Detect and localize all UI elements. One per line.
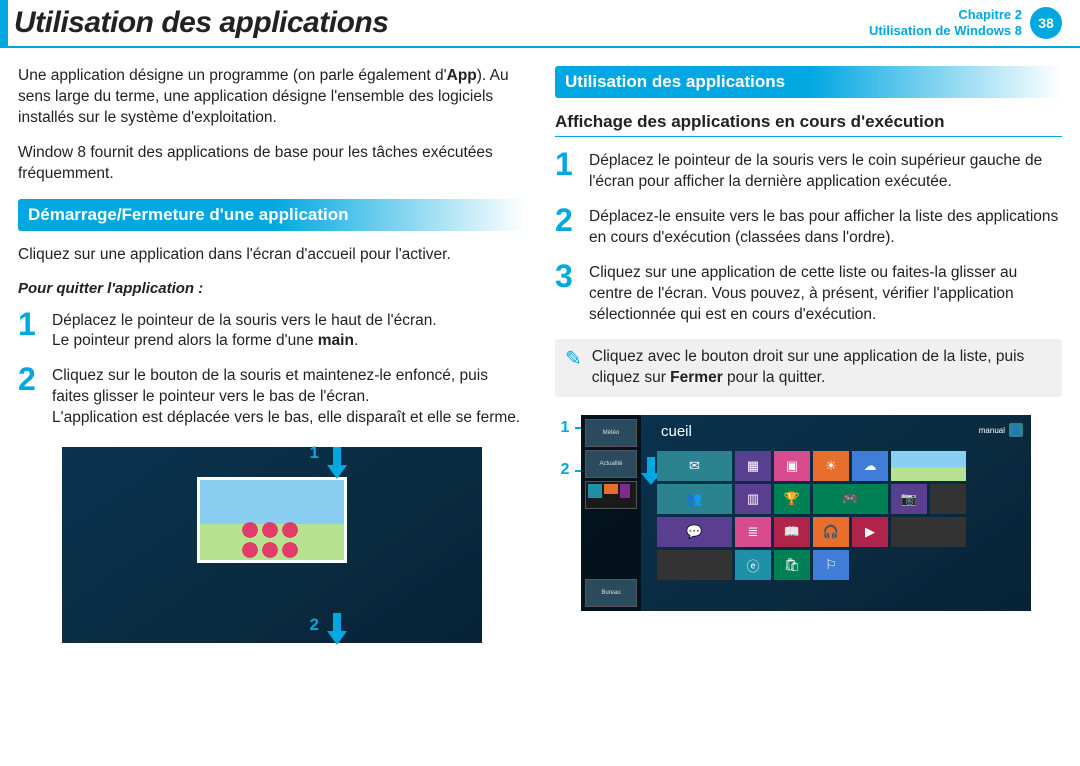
step-number: 1 xyxy=(555,151,579,178)
tile-weather: ☀ xyxy=(813,451,849,481)
accent-stripe xyxy=(0,0,8,46)
callout-1: 1 xyxy=(310,443,319,463)
page-body: Une application désigne un programme (on… xyxy=(0,48,1080,651)
quit-heading: Pour quitter l'application : xyxy=(18,280,525,297)
step-text: Cliquez sur une application de cette lis… xyxy=(589,263,1062,326)
tile-blank xyxy=(930,484,966,514)
step-text: Déplacez le pointeur de la souris vers l… xyxy=(589,151,1062,193)
section-heading-start-close: Démarrage/Fermeture d'une application xyxy=(18,199,525,231)
right-column: Utilisation des applications Affichage d… xyxy=(555,66,1062,643)
start-screen-title: cueil xyxy=(661,423,692,440)
left-screenshot: 1 2 xyxy=(62,447,482,643)
chapter-block: Chapitre 2 Utilisation de Windows 8 xyxy=(869,7,1022,40)
tile-games: 🎮 xyxy=(813,484,888,514)
step-text: Cliquez sur le bouton de la souris et ma… xyxy=(52,366,525,429)
tile-news: ≣ xyxy=(735,517,771,547)
intro-paragraph-2: Window 8 fournit des applications de bas… xyxy=(18,143,525,185)
right-screenshot-wrap: 1 2 Météo Actualité Bureau cueil manual … xyxy=(555,415,1062,611)
tile-store: 🛍 xyxy=(774,550,810,580)
tile-photos: ▣ xyxy=(774,451,810,481)
callout-1: 1 xyxy=(555,419,575,437)
tile-sport: 🏆 xyxy=(774,484,810,514)
tile-music: 🎧 xyxy=(813,517,849,547)
right-step-3: 3 Cliquez sur une application de cette l… xyxy=(555,263,1062,326)
page-number-badge: 38 xyxy=(1030,7,1062,39)
note-text: Cliquez avec le bouton droit sur une app… xyxy=(592,347,1052,389)
arrow-down-icon xyxy=(327,613,347,647)
tile-video: ▶ xyxy=(852,517,888,547)
tile-camera: 📷 xyxy=(891,484,927,514)
right-screenshot: Météo Actualité Bureau cueil manual 👤 ✉ … xyxy=(581,415,1031,611)
note-icon: ✎ xyxy=(565,349,582,369)
step-text: Déplacez-le ensuite vers le bas pour aff… xyxy=(589,207,1062,249)
tile-reader: 📖 xyxy=(774,517,810,547)
switcher-thumb xyxy=(585,481,637,509)
switcher-thumb: Météo xyxy=(585,419,637,447)
tile-people: 👥 xyxy=(657,484,732,514)
step-number: 3 xyxy=(555,263,579,290)
tile-maps: ⚐ xyxy=(813,550,849,580)
step-number: 1 xyxy=(18,311,42,338)
step-number: 2 xyxy=(555,207,579,234)
left-column: Une application désigne un programme (on… xyxy=(18,66,525,643)
step-text: Déplacez le pointeur de la souris vers l… xyxy=(52,311,525,353)
tile-ie: ⓔ xyxy=(735,550,771,580)
user-name: manual xyxy=(979,426,1005,435)
tile-desktop xyxy=(891,451,966,481)
intro-paragraph-1: Une application désigne un programme (on… xyxy=(18,66,525,129)
callout-2: 2 xyxy=(310,615,319,635)
switcher-thumb: Actualité xyxy=(585,450,637,478)
tile-mail: ✉ xyxy=(657,451,732,481)
chapter-line-2: Utilisation de Windows 8 xyxy=(869,23,1022,39)
page-header: Utilisation des applications Chapitre 2 … xyxy=(0,0,1080,48)
tile-blank xyxy=(657,550,732,580)
right-step-1: 1 Déplacez le pointeur de la souris vers… xyxy=(555,151,1062,193)
tile-skydrive: ☁ xyxy=(852,451,888,481)
callout-2: 2 xyxy=(555,461,575,479)
tile-calendar: ▦ xyxy=(735,451,771,481)
tile-blank xyxy=(891,517,966,547)
chapter-line-1: Chapitre 2 xyxy=(869,7,1022,23)
right-callouts: 1 2 xyxy=(555,415,575,479)
step-number: 2 xyxy=(18,366,42,393)
right-step-2: 2 Déplacez-le ensuite vers le bas pour a… xyxy=(555,207,1062,249)
left-step-1: 1 Déplacez le pointeur de la souris vers… xyxy=(18,311,525,353)
page-title: Utilisation des applications xyxy=(14,6,388,40)
user-icon: 👤 xyxy=(1009,423,1023,437)
header-meta: Chapitre 2 Utilisation de Windows 8 38 xyxy=(869,7,1062,40)
arrow-down-icon xyxy=(327,447,347,481)
start-tiles: ✉ ▦ ▣ ☀ ☁ 👥 ▥ 🏆 🎮 📷 💬 ≣ 📖 🎧 ▶ xyxy=(657,451,966,580)
left-step-2: 2 Cliquez sur le bouton de la souris et … xyxy=(18,366,525,429)
app-thumbnail xyxy=(197,477,347,563)
note-box: ✎ Cliquez avec le bouton droit sur une a… xyxy=(555,339,1062,397)
subsection-running-apps: Affichage des applications en cours d'ex… xyxy=(555,112,1062,137)
user-block: manual 👤 xyxy=(979,423,1023,437)
section-heading-using-apps: Utilisation des applications xyxy=(555,66,1062,98)
switcher-thumb: Bureau xyxy=(585,579,637,607)
tile-messaging: 💬 xyxy=(657,517,732,547)
click-instruction: Cliquez sur une application dans l'écran… xyxy=(18,245,525,266)
app-switcher: Météo Actualité Bureau xyxy=(581,415,641,611)
tile-finance: ▥ xyxy=(735,484,771,514)
